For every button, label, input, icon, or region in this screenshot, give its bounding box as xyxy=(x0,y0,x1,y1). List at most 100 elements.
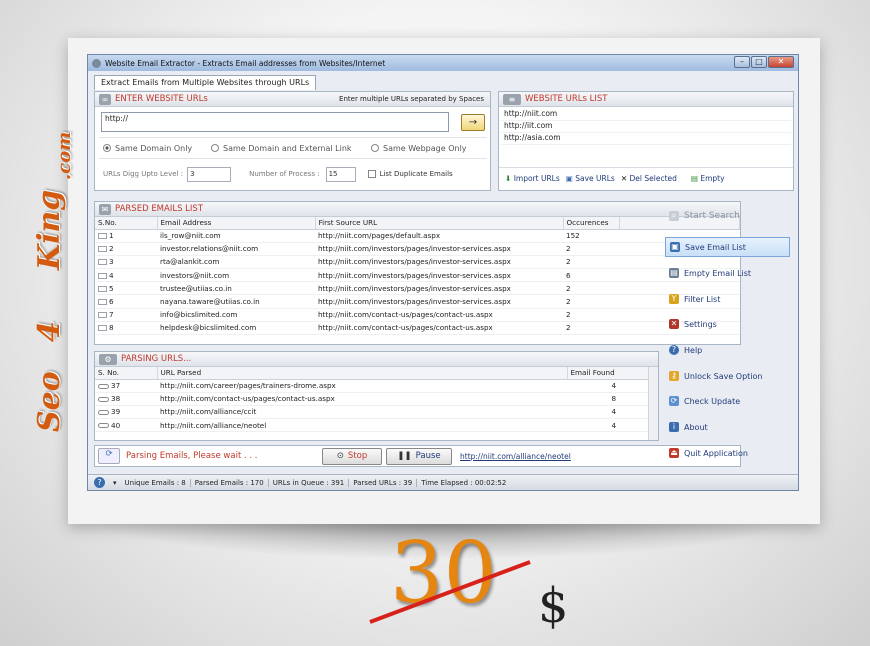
help-icon[interactable]: ? xyxy=(94,477,105,488)
row-sno-value: 3 xyxy=(109,257,114,267)
row-sno-value: 5 xyxy=(109,283,114,293)
table-row[interactable]: 5 trustee@utiias.co.in http://niit.com/i… xyxy=(95,281,740,296)
table-row[interactable]: 4 investors@niit.com http://niit.com/inv… xyxy=(95,268,740,283)
checkbox-icon xyxy=(367,170,376,178)
enter-urls-header: ∞ ENTER WEBSITE URLs Enter multiple URLs… xyxy=(95,92,490,107)
col-email[interactable]: Email Address xyxy=(157,217,316,230)
minimize-button[interactable]: – xyxy=(734,56,750,68)
pause-icon: ❚❚ xyxy=(397,451,412,461)
row-source-url: http://niit.com/pages/default.aspx xyxy=(315,229,563,243)
add-url-button[interactable]: → xyxy=(461,114,485,131)
gear-list-icon: ⚙ xyxy=(99,353,117,365)
row-sno-value: 4 xyxy=(109,270,114,280)
table-row[interactable]: 39 http://niit.com/alliance/ccit 4 xyxy=(95,405,658,420)
link-icon: ∞ xyxy=(99,93,111,105)
parsing-urls-title: PARSING URLS... xyxy=(121,354,192,364)
url-list-toolbar: ⬇ Import URLs ▣ Save URLs ✕ Del Selected… xyxy=(499,167,793,189)
empty-urls-button[interactable]: ▤ Empty xyxy=(691,174,725,183)
import-urls-button[interactable]: ⬇ Import URLs xyxy=(505,174,560,183)
list-icon: ≡ xyxy=(503,93,521,105)
table-row[interactable]: 3 rta@alankit.com http://niit.com/invest… xyxy=(95,255,740,270)
table-row[interactable]: 7 info@bicslimited.com http://niit.com/c… xyxy=(95,308,740,322)
row-source-url: http://niit.com/contact-us/pages/contact… xyxy=(315,308,563,322)
parsed-emails-table: S.No. Email Address First Source URL Occ… xyxy=(95,217,740,336)
empty-icon: ▤ xyxy=(669,268,679,278)
dig-level-input[interactable]: 3 xyxy=(187,166,232,182)
url-list-item[interactable]: http://niit.com xyxy=(501,109,791,121)
quit-label: Quit Application xyxy=(684,448,748,458)
stop-label: Stop xyxy=(347,451,368,461)
search-icon: ⌕ xyxy=(669,211,679,221)
col-source-url[interactable]: First Source URL xyxy=(315,217,564,230)
table-row[interactable]: 2 investor.relations@niit.com http://nii… xyxy=(95,242,740,256)
row-sno-value: 1 xyxy=(109,231,114,241)
chain-link-icon xyxy=(98,409,109,415)
radio-same-domain[interactable]: Same Domain Only xyxy=(99,144,211,153)
radio-same-domain-external[interactable]: Same Domain and External Link xyxy=(211,144,371,153)
currency-symbol: $ xyxy=(538,578,569,634)
save-label: Save URLs xyxy=(575,174,615,183)
about-button[interactable]: i About xyxy=(665,417,790,437)
filter-list-button[interactable]: Y Filter List xyxy=(665,289,790,309)
url-list-item[interactable]: http://iit.com xyxy=(501,121,791,133)
empty-email-list-button[interactable]: ▤ Empty Email List xyxy=(665,263,790,283)
settings-button[interactable]: ✕ Settings xyxy=(665,314,790,334)
col-occurences[interactable]: Occurences xyxy=(563,217,620,230)
process-input[interactable]: 15 xyxy=(325,166,356,182)
enter-urls-panel: ∞ ENTER WEBSITE URLs Enter multiple URLs… xyxy=(94,91,491,191)
col-sno[interactable]: S. No. xyxy=(95,367,158,380)
row-email: trustee@utiias.co.in xyxy=(157,281,315,296)
empty-email-list-label: Empty Email List xyxy=(684,268,752,278)
row-sno: 7 xyxy=(95,308,157,322)
help-button[interactable]: ? Help xyxy=(665,340,790,360)
check-update-button[interactable]: ⟳ Check Update xyxy=(665,391,790,411)
table-row[interactable]: 37 http://niit.com/career/pages/trainers… xyxy=(95,379,658,393)
row-sno: 8 xyxy=(95,321,157,336)
stop-button[interactable]: ⊙ Stop xyxy=(322,447,382,465)
row-sno-value: 6 xyxy=(109,297,114,307)
save-urls-button[interactable]: ▣ Save URLs xyxy=(566,174,615,183)
url-list-item[interactable]: http://asia.com xyxy=(501,133,791,145)
envelope-icon xyxy=(98,325,107,332)
unlock-save-button[interactable]: ⚷ Unlock Save Option xyxy=(665,366,790,386)
row-email-found: 8 xyxy=(567,392,658,406)
col-email-found[interactable]: Email Found xyxy=(567,367,658,380)
envelope-icon xyxy=(98,285,107,292)
delete-icon: ✕ xyxy=(620,174,628,183)
row-email-found: 4 xyxy=(567,405,658,420)
duplicate-checkbox[interactable]: List Duplicate Emails xyxy=(367,170,453,178)
row-sno-value: 40 xyxy=(111,420,121,430)
table-row[interactable]: 40 http://niit.com/alliance/neotel 4 xyxy=(95,418,658,433)
table-row[interactable]: 8 helpdesk@bicslimited.com http://niit.c… xyxy=(95,321,740,336)
current-url-link[interactable]: http://niit.com/alliance/neotel xyxy=(460,452,571,461)
window-title: Website Email Extractor - Extracts Email… xyxy=(105,58,386,68)
table-row[interactable]: 38 http://niit.com/contact-us/pages/cont… xyxy=(95,392,658,406)
envelope-icon xyxy=(98,312,107,319)
radio-same-webpage[interactable]: Same Webpage Only xyxy=(371,144,467,153)
row-sno: 40 xyxy=(95,418,157,433)
tab-extract[interactable]: Extract Emails from Multiple Websites th… xyxy=(94,75,317,90)
brand-king: King xyxy=(32,189,67,270)
pause-button[interactable]: ❚❚ Pause xyxy=(386,447,452,465)
same-webpage-label: Same Webpage Only xyxy=(383,143,467,153)
row-sno-value: 38 xyxy=(111,394,121,404)
table-row[interactable]: 1 ils_row@niit.com http://niit.com/pages… xyxy=(95,229,740,243)
url-list-header: ≡ WEBSITE URLs LIST xyxy=(499,92,793,107)
scrollbar[interactable] xyxy=(648,367,658,440)
dropdown-icon[interactable]: ▾ xyxy=(109,479,121,487)
col-sno[interactable]: S.No. xyxy=(95,217,158,230)
quit-application-button[interactable]: ⏏ Quit Application xyxy=(665,443,790,463)
start-search-button[interactable]: ⌕ Start Search xyxy=(665,206,790,226)
url-list-title: WEBSITE URLs LIST xyxy=(525,94,608,104)
del-selected-button[interactable]: ✕ Del Selected xyxy=(621,174,677,183)
info-icon: i xyxy=(669,422,679,432)
row-occurences: 2 xyxy=(563,242,619,256)
save-email-list-button[interactable]: ▣ Save Email List xyxy=(665,237,790,257)
row-occurences: 2 xyxy=(563,255,619,270)
maximize-button[interactable]: □ xyxy=(751,56,767,68)
close-button[interactable]: ✕ xyxy=(768,56,794,68)
col-url-parsed[interactable]: URL Parsed xyxy=(157,367,568,380)
dig-level-label: URLs Digg Upto Level : xyxy=(103,170,184,178)
table-row[interactable]: 6 nayana.taware@utiias.co.in http://niit… xyxy=(95,294,740,309)
url-input[interactable]: http:// xyxy=(101,112,449,132)
